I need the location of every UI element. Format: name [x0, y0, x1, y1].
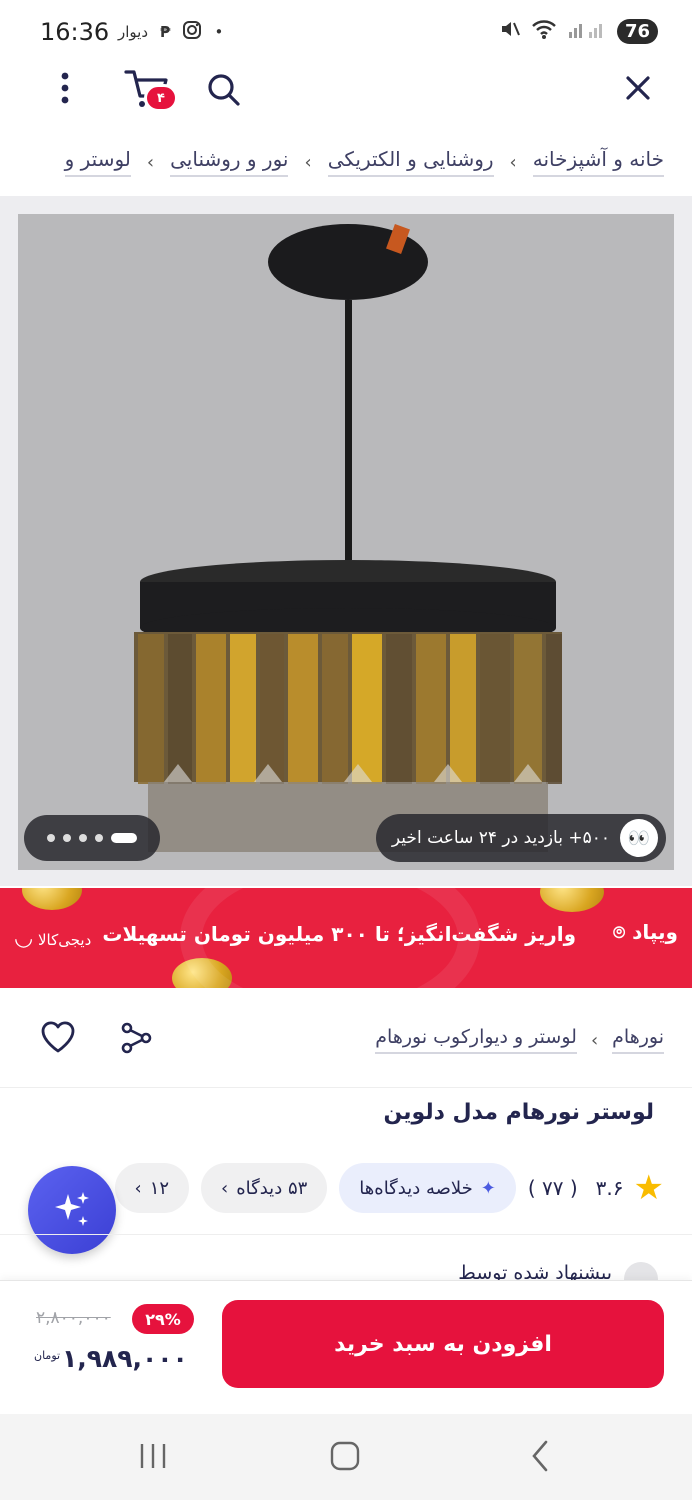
gallery-dot[interactable] — [95, 834, 103, 842]
digikala-logo: دیجی‌کالا ◡ — [14, 926, 92, 951]
chandelier-illustration — [134, 224, 562, 852]
signal-icon — [567, 18, 607, 44]
breadcrumb-item-chandelier[interactable]: لوستر و — [64, 147, 131, 177]
product-image[interactable] — [18, 214, 674, 870]
coin-decoration — [22, 888, 82, 910]
search-icon — [208, 74, 240, 106]
reviews-chip[interactable]: ۵۳ دیدگاه › — [201, 1163, 328, 1213]
gallery-dot[interactable] — [63, 834, 71, 842]
sparkle-icon: ✦ — [480, 1177, 496, 1199]
breadcrumb-item-home-kitchen[interactable]: خانه و آشپزخانه — [532, 147, 664, 177]
status-system-icons: 76 — [499, 18, 658, 44]
instagram-icon — [182, 20, 202, 44]
rating-value: ۳.۶ — [595, 1176, 624, 1200]
chevron-left-icon: › — [304, 151, 312, 173]
more-notifications-dot-icon: • — [214, 23, 224, 41]
share-icon — [121, 1022, 152, 1054]
add-to-cart-button[interactable]: افزودن به سبد خرید — [222, 1300, 664, 1388]
gallery-dot-active[interactable] — [111, 833, 137, 843]
vipad-logo-icon: ⌾ — [613, 920, 626, 944]
smile-icon: ◡ — [14, 926, 34, 951]
divider — [0, 1234, 692, 1235]
sparkles-icon — [55, 1192, 89, 1226]
chevron-left-icon: › — [134, 1177, 142, 1199]
brand-link[interactable]: نورهام — [612, 1026, 664, 1054]
coin-decoration — [540, 888, 604, 912]
questions-chip[interactable]: ۱۲ › — [114, 1163, 190, 1213]
final-price: ۱,۹۸۹,۰۰۰ — [62, 1344, 188, 1373]
close-button[interactable] — [620, 70, 656, 106]
breadcrumb-item-light[interactable]: نور و روشنایی — [170, 147, 289, 177]
promo-text: واریز شگفت‌انگیز؛ تا ۳۰۰ میلیون تومان تس… — [102, 922, 576, 946]
favorite-button[interactable] — [40, 1020, 76, 1054]
more-vertical-icon — [61, 72, 69, 104]
discount-badge: ۲۹% — [132, 1304, 194, 1334]
heart-icon — [41, 1021, 75, 1053]
recent-views-badge: 👀 ۵۰۰+ بازدید در ۲۴ ساعت اخیر — [375, 814, 666, 862]
promo-brand-logo: ویپاد ⌾ — [613, 920, 678, 944]
breadcrumb: خانه و آشپزخانه › روشنایی و الکتریکی › ن… — [0, 140, 692, 184]
rating-summary[interactable]: ★ ۳.۶ ( ۷۷ ) — [528, 1171, 664, 1205]
home-button[interactable] — [328, 1440, 362, 1472]
battery-indicator: 76 — [616, 18, 658, 44]
wifi-icon — [531, 18, 557, 44]
gallery-dot[interactable] — [47, 834, 55, 842]
back-button[interactable] — [528, 1438, 552, 1474]
brand-breadcrumb: نورهام › لوستر و دیوارکوب نورهام — [375, 1026, 664, 1054]
chevron-left-icon: › — [509, 151, 517, 173]
currency-label: تومان — [34, 1349, 61, 1362]
search-button[interactable] — [204, 70, 244, 110]
share-button[interactable] — [118, 1020, 154, 1056]
status-time: 16:36 — [40, 18, 110, 46]
back-chevron-icon — [532, 1440, 548, 1472]
recent-apps-icon — [140, 1444, 166, 1468]
ai-review-summary-chip[interactable]: ✦ خلاصه دیدگاه‌ها — [339, 1163, 516, 1213]
original-price: ۲,۸۰۰,۰۰۰ — [36, 1308, 111, 1328]
recent-apps-button[interactable] — [136, 1440, 170, 1472]
eyes-icon: 👀 — [620, 819, 658, 857]
star-icon: ★ — [633, 1168, 664, 1208]
breadcrumb-item-lighting-electrical[interactable]: روشنایی و الکتریکی — [327, 147, 494, 177]
divar-app-label: دیوار — [118, 23, 149, 41]
product-title: لوستر نورهام مدل دلوین — [383, 1100, 654, 1125]
brand-category-link[interactable]: لوستر و دیوارکوب نورهام — [375, 1026, 577, 1054]
gallery-pagination[interactable] — [24, 815, 160, 861]
rating-count: ( ۷۷ ) — [527, 1176, 578, 1200]
chevron-left-icon: › — [146, 151, 155, 173]
gallery-dot[interactable] — [79, 834, 87, 842]
chevron-left-icon: › — [221, 1177, 229, 1199]
home-icon — [330, 1441, 360, 1471]
ai-assistant-button[interactable] — [28, 1166, 116, 1254]
recent-views-text: ۵۰۰+ بازدید در ۲۴ ساعت اخیر — [391, 828, 610, 848]
cart-count-badge: ۴ — [144, 84, 178, 112]
mute-icon — [499, 18, 521, 44]
app-notification-icon: ₱ — [160, 23, 171, 41]
close-icon — [626, 76, 650, 100]
status-notification-icons: دیوار ₱ • — [118, 20, 223, 44]
more-options-button[interactable] — [52, 70, 78, 106]
chevron-left-icon: › — [590, 1029, 599, 1051]
